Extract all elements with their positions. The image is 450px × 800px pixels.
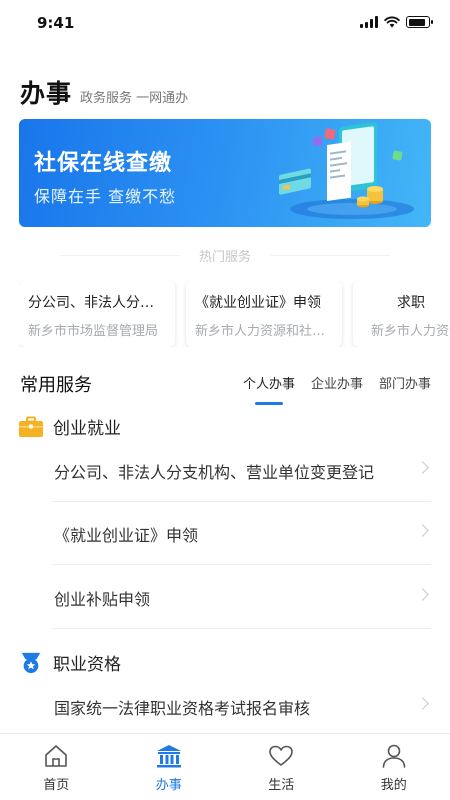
wifi-icon [384, 16, 400, 28]
page-title: 办事 [20, 79, 73, 108]
page-header: 办事 政务服务 一网通办 [20, 74, 188, 110]
user-icon [382, 744, 406, 768]
briefcase-icon [19, 416, 43, 437]
service-item[interactable]: 国家统一法律职业资格考试报名审核 [52, 675, 431, 738]
category-label: 创业就业 [53, 419, 121, 439]
status-bar: 9:41 [0, 0, 450, 46]
hot-service-title: 《就业创业证》申领 [195, 295, 321, 311]
category-header: 创业就业 [19, 414, 121, 439]
tab-personal[interactable]: 个人办事 [243, 373, 295, 405]
service-item[interactable]: 创业补贴申领 [52, 566, 431, 629]
tabbar-item-home[interactable]: 首页 [0, 734, 113, 800]
tabbar-item-profile[interactable]: 我的 [338, 734, 450, 800]
hot-service-org: 新乡市人力资源和社会保障局 [195, 324, 334, 339]
government-building-icon [156, 745, 181, 768]
service-tabs: 个人办事 企业办事 部门办事 [243, 373, 431, 405]
tabbar-label: 生活 [268, 778, 295, 793]
promo-banner[interactable]: 社保在线查缴 保障在手 查缴不愁 [19, 119, 431, 227]
hot-service-org: 新乡市市场监督管理局 [28, 324, 159, 339]
category-header: 职业资格 [19, 650, 121, 675]
hot-service-title: 分公司、非法人分支机构、营业单位变更登记 [28, 295, 167, 311]
tabbar-label: 办事 [155, 778, 182, 793]
tabbar-item-life[interactable]: 生活 [225, 734, 338, 800]
hot-service-title: 求职 [397, 295, 425, 311]
page-subtitle: 政务服务 一网通办 [80, 91, 189, 106]
signal-icon [360, 16, 378, 28]
tabbar-item-services[interactable]: 办事 [113, 734, 226, 800]
banner-title: 社保在线查缴 [34, 151, 173, 176]
chevron-right-icon [416, 588, 429, 601]
bottom-tab-bar: 首页 办事 生活 我的 [0, 733, 450, 800]
chevron-right-icon [416, 524, 429, 537]
phone-payment-illustration [279, 123, 414, 219]
hot-service-card[interactable]: 分公司、非法人分支机构、营业单位变更登记 新乡市市场监督管理局 [19, 281, 175, 347]
banner-subtitle: 保障在手 查缴不愁 [34, 187, 177, 206]
service-item[interactable]: 分公司、非法人分支机构、营业单位变更登记 [52, 439, 431, 502]
tabbar-label: 我的 [380, 778, 407, 793]
hot-service-card[interactable]: 《就业创业证》申领 新乡市人力资源和社会保障局 [186, 281, 342, 347]
medal-icon [21, 652, 41, 673]
status-icons [360, 16, 433, 28]
service-item[interactable]: 《就业创业证》申领 [52, 502, 431, 565]
service-item-label: 《就业创业证》申领 [54, 526, 199, 545]
tab-enterprise[interactable]: 企业办事 [311, 373, 363, 392]
category-label: 职业资格 [53, 655, 121, 675]
home-icon [45, 745, 68, 767]
common-services-title: 常用服务 [20, 375, 92, 396]
hot-service-org: 新乡市人力资源和社会保障局 [371, 324, 450, 339]
chevron-right-icon [416, 697, 429, 710]
service-item-label: 创业补贴申领 [54, 590, 151, 609]
service-item-label: 国家统一法律职业资格考试报名审核 [54, 699, 311, 718]
hot-service-card[interactable]: 求职 新乡市人力资源和社会保障局 [353, 281, 450, 347]
hot-services-carousel[interactable]: 分公司、非法人分支机构、营业单位变更登记 新乡市市场监督管理局 《就业创业证》申… [19, 281, 450, 347]
hot-services-title: 热门服务 [0, 246, 450, 265]
heart-icon [269, 745, 294, 766]
tab-department[interactable]: 部门办事 [379, 373, 431, 392]
status-time: 9:41 [37, 14, 75, 32]
battery-icon [406, 16, 433, 28]
tabbar-label: 首页 [43, 778, 70, 793]
chevron-right-icon [416, 461, 429, 474]
service-item-label: 分公司、非法人分支机构、营业单位变更登记 [54, 463, 375, 482]
